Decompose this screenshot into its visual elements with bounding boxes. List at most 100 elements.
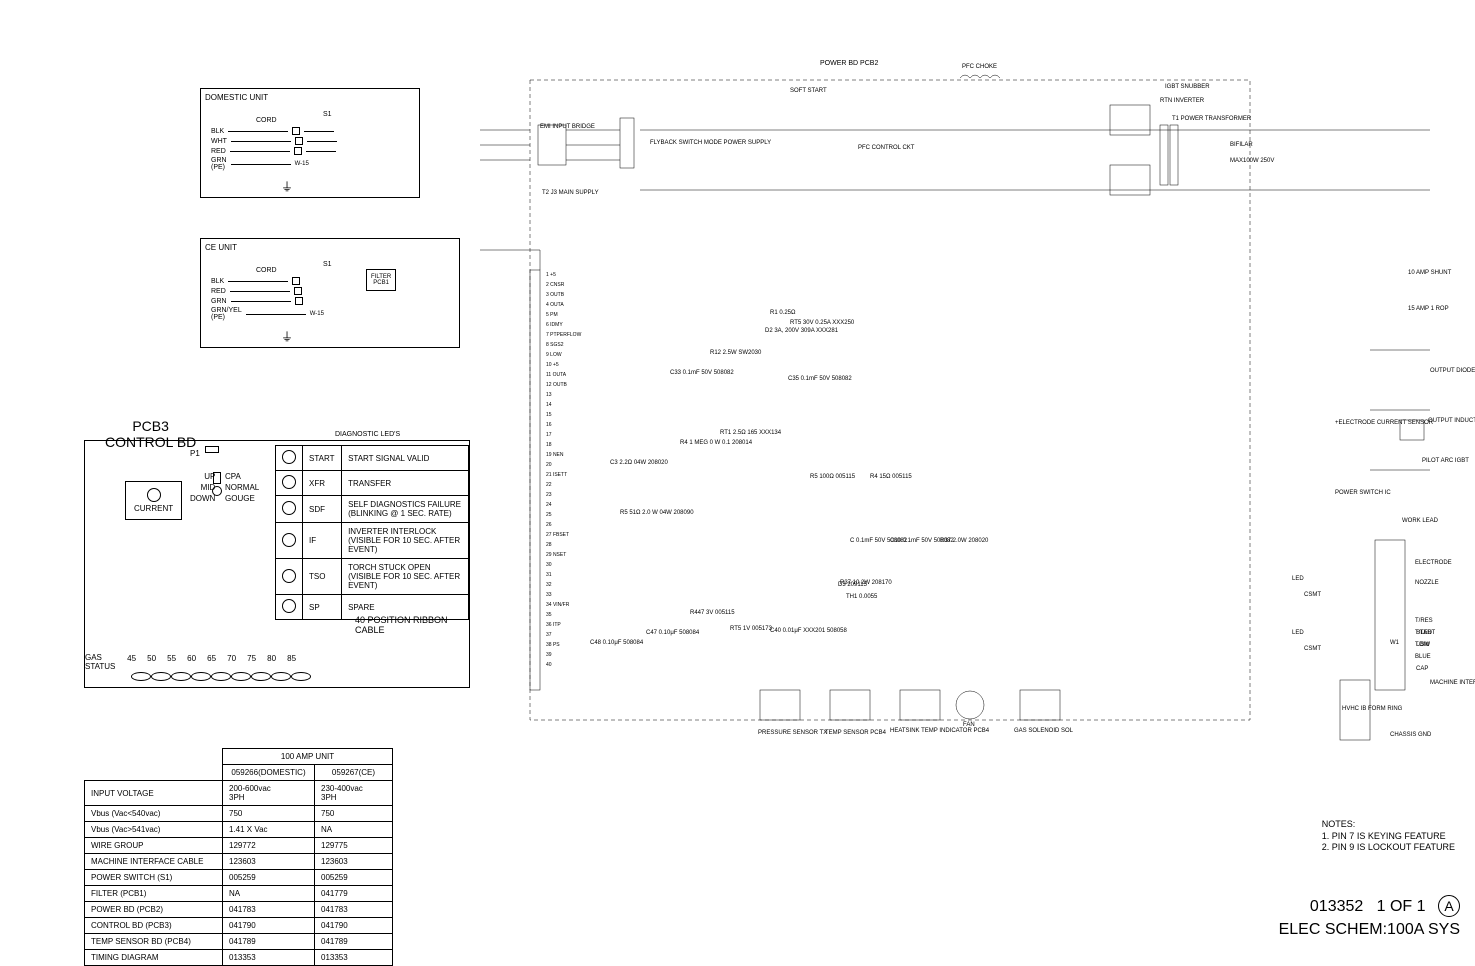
j2-pin-36: 36 ITP [546,620,581,630]
j2-pin-32: 32 [546,580,581,590]
led-circle-icon [282,475,296,489]
led-1-label: LED [1292,576,1304,582]
power-switch-ic-label: POWER SWITCH IC [1335,490,1391,496]
machine-interface-label: MACHINE INTERFACE [1430,680,1475,686]
ce-ground-icon: ⏚ [281,328,293,345]
j2-pin-labels: 1 +52 CNSR3 OUTB4 OUTA5 PM6 IDMY7 PTPERF… [546,270,581,670]
gas-dot-icon [291,672,311,681]
led-abbr-4: TSO [303,559,342,595]
j2-pin-39: 39 [546,650,581,660]
spec-a-1: 750 [223,806,315,822]
j4-pin5: NOZZLE [1415,580,1439,586]
ldiv-label: LDIV [1416,642,1429,648]
gas-num: 50 [142,654,162,663]
j2-pin-19: 19 NEN [546,450,581,460]
main-schematic: POWER BD PCB2 PFC CHOKE SOFT START IGBT … [470,70,1445,750]
j2-pin-6: 6 IDMY [546,320,581,330]
ce-cord: CORD [256,267,277,274]
electrode-sensor-label: +ELECTRODE CURRENT SENSOR [1335,420,1433,426]
pfc-choke-label: PFC CHOKE [962,64,997,70]
j3-main-label: T2 J3 MAIN SUPPLY [542,190,599,196]
comp-c47-19: C47 0.10μF 508084 [646,630,699,636]
j2-pin-22: 22 [546,480,581,490]
j4-pin2: ELECTRODE [1415,560,1452,566]
gas-num: 60 [182,654,202,663]
spec-a-0: 200-600vac 3PH [223,781,315,806]
spec-b-6: 041779 [315,886,393,902]
comp-c3-8: C3 2.2Ω 04W 208020 [610,460,668,466]
comp-d3-21: D3 209115 [838,582,867,588]
comp-c33-6: C33 0.1mF 50V 508082 [670,370,734,376]
gas-num: 65 [202,654,222,663]
wire-grn-pe: GRN (PE)W-15 [211,157,337,171]
notes-block: NOTES: 1. PIN 7 IS KEYING FEATURE 2. PIN… [1322,819,1455,854]
gas-dot-icon [151,672,171,681]
gas-num: 45 [122,654,142,663]
drawing-name: ELEC SCHEM:100A SYS [1279,921,1460,939]
j2-pin-15: 15 [546,410,581,420]
fan-label: FAN [963,722,975,728]
spec-a-9: 041789 [223,934,315,950]
ce-unit-box: CE UNIT CORD S1 FILTER PCB1 BLK RED GRN … [200,238,460,348]
current-label: CURRENT [134,504,173,513]
output-inductor-label: OUTPUT INDUCTOR [1428,418,1475,424]
ce-wire-grn: GRN [211,297,324,305]
comp-r37-12: R37 2.0W 208020 [940,538,988,544]
current-pot: CURRENT [125,481,182,520]
cap-label: CAP [1416,666,1428,672]
j2-pin-20: 20 [546,460,581,470]
t-amp-shunt-2: 15 AMP 1 ROP [1408,306,1449,312]
wire-blk: BLK [211,127,337,135]
chassis-gnd-label: CHASSIS GND [1390,732,1431,738]
spec-a-6: NA [223,886,315,902]
spec-label-9: TEMP SENSOR BD (PCB4) [85,934,223,950]
j2-pin-38: 38 PS [546,640,581,650]
ce-title: CE UNIT [205,243,455,252]
wire-red: RED [211,147,337,155]
gas-num: 85 [282,654,302,663]
hvhc-ring-label: HVHC IB FORM RING [1342,706,1402,712]
wire-red-label: RED [211,148,226,155]
note-2: 2. PIN 9 IS LOCKOUT FEATURE [1322,842,1455,854]
comp-d2-5: D2 3A, 200V 309A XXX281 [765,328,838,334]
pcb3-panel: P1 CURRENT UP MID DOWN CPA NORMAL GOUGE … [84,440,470,688]
comp-c48-20: C48 0.10μF 508084 [590,640,643,646]
spec-label-2: Vbus (Vac>541vac) [85,822,223,838]
j2-pin-25: 25 [546,510,581,520]
power-bd-label: POWER BD PCB2 [820,60,878,67]
spec-b-8: 041790 [315,918,393,934]
led-circle-icon [282,569,296,583]
pfc-control-label: PFC CONTROL CKT [858,145,914,151]
led-desc-3: INVERTER INTERLOCK (VISIBLE FOR 10 SEC. … [342,523,469,559]
spec-a-5: 005259 [223,870,315,886]
spec-a-2: 1.41 X Vac [223,822,315,838]
ce-wire-red-label: RED [211,288,226,295]
rtn-inverter-label: RTN INVERTER [1160,98,1204,104]
j2-pin-3: 3 OUTB [546,290,581,300]
comp-r5-14: R5 100Ω 005115 [810,474,855,480]
gas-dot-icon [251,672,271,681]
spec-b-1: 750 [315,806,393,822]
spec-a-4: 123603 [223,854,315,870]
ribbon-cable-label: 40 POSITION RIBBON CABLE [355,615,469,635]
j2-pin-14: 14 [546,400,581,410]
comp-r4-15: R4 15Ω 005115 [870,474,912,480]
gas-dot-icon [271,672,291,681]
spec-label-6: FILTER (PCB1) [85,886,223,902]
spec-a-7: 041783 [223,902,315,918]
spec-col-ce: 059267(CE) [315,765,393,781]
spec-col-domestic: 059266(DOMESTIC) [223,765,315,781]
j2-pin-40: 40 [546,660,581,670]
j2-pin-7: 7 PTPERFLOW [546,330,581,340]
bifilar-label: BIFILAR [1230,142,1253,148]
gas-dot-icon [211,672,231,681]
notes-heading: NOTES: [1322,819,1455,831]
comp-rt1-2: RT1 2.5Ω 165 XXX134 [720,430,781,436]
gas-dot-icon [191,672,211,681]
ce-wire-red: RED [211,287,324,295]
spec-b-2: NA [315,822,393,838]
led-2-label: LED [1292,630,1304,636]
domestic-cord: CORD [256,117,277,124]
heatsink-temp-label: HEATSINK TEMP INDICATOR PCB4 [890,728,989,734]
j2-pin-9: 9 LOW [546,350,581,360]
